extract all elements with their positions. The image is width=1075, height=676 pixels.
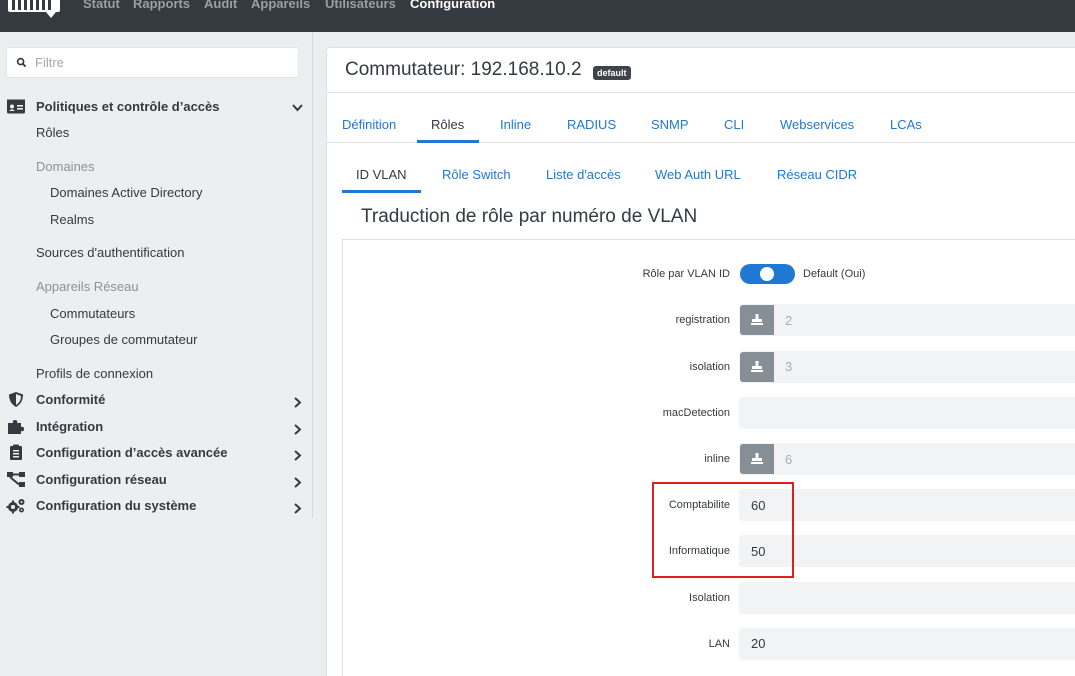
role-by-vlan-value: Default (Oui) <box>803 268 866 280</box>
filter-box <box>6 47 299 78</box>
field-value-lan: 20 <box>751 636 766 651</box>
section-advanced-access-label: Configuration d’accès avancée <box>36 445 228 460</box>
tab-definition[interactable]: Définition <box>342 117 396 132</box>
field-input-lan[interactable] <box>739 628 1075 660</box>
chevron-right-icon <box>294 450 302 461</box>
search-icon <box>16 57 27 68</box>
nav-utilisateurs[interactable]: Utilisateurs <box>325 0 396 11</box>
stamp-icon <box>751 314 763 325</box>
field-label-isolation: isolation <box>689 361 730 373</box>
tab-roles[interactable]: Rôles <box>431 117 464 132</box>
subtab-id-vlan[interactable]: ID VLAN <box>356 167 407 182</box>
tab-lcas[interactable]: LCAs <box>890 117 922 132</box>
section-compliance[interactable]: Conformité <box>0 389 313 411</box>
tab-webservices[interactable]: Webservices <box>780 117 854 132</box>
toggle-knob <box>760 267 774 281</box>
section-system-config-label: Configuration du système <box>36 498 197 513</box>
subtab-cidr[interactable]: Réseau CIDR <box>777 167 857 182</box>
section-policies-label: Politiques et contrôle d’accès <box>36 99 220 114</box>
field-placeholder-inline: 6 <box>785 452 793 467</box>
sidebar-group-network-devices: Appareils Réseau <box>36 279 139 294</box>
field-placeholder-registration: 2 <box>785 313 793 328</box>
sidebar: Politiques et contrôle d’accès Rôles Dom… <box>0 32 313 676</box>
section-policies[interactable]: Politiques et contrôle d’accès <box>0 96 313 118</box>
field-label-isolation-role: Isolation <box>689 592 730 604</box>
stamp-icon <box>751 453 763 464</box>
page-title: Commutateur: 192.168.10.2 <box>345 59 582 80</box>
sidebar-item-realms[interactable]: Realms <box>50 212 94 227</box>
field-label-inline: inline <box>704 453 730 465</box>
sidebar-group-domains: Domaines <box>36 159 95 174</box>
section-compliance-label: Conformité <box>36 392 106 407</box>
sidebar-item-auth-sources[interactable]: Sources d'authentification <box>36 245 184 260</box>
role-by-vlan-label: Rôle par VLAN ID <box>642 268 730 280</box>
nav-rapports[interactable]: Rapports <box>133 0 190 11</box>
top-navbar: Statut Rapports Audit Appareils Utilisat… <box>0 0 1075 32</box>
packetfence-logo-icon[interactable] <box>6 0 62 18</box>
field-reset-inline[interactable] <box>740 444 774 474</box>
tab-inline[interactable]: Inline <box>500 117 531 132</box>
field-reset-isolation[interactable] <box>740 352 774 382</box>
sidebar-item-switch-groups[interactable]: Groupes de commutateur <box>50 332 197 347</box>
section-system-config[interactable]: Configuration du système <box>0 495 313 517</box>
chevron-right-icon <box>294 503 302 514</box>
tab-radius[interactable]: RADIUS <box>567 117 616 132</box>
field-input-isolation-role[interactable] <box>739 582 1075 614</box>
section-integration-label: Intégration <box>36 419 104 434</box>
field-reset-registration[interactable] <box>740 305 774 335</box>
chevron-right-icon <box>294 424 302 435</box>
shield-icon <box>9 392 23 407</box>
nav-appareils[interactable]: Appareils <box>251 0 310 11</box>
subtab-access-list[interactable]: Liste d'accès <box>546 167 621 182</box>
chevron-down-icon <box>292 104 303 112</box>
sidebar-item-switches[interactable]: Commutateurs <box>50 306 135 321</box>
field-input-macdetection[interactable] <box>739 397 1075 429</box>
tab-cli[interactable]: CLI <box>724 117 744 132</box>
section-advanced-access[interactable]: Configuration d’accès avancée <box>0 442 313 464</box>
network-icon <box>7 472 25 487</box>
subtab-role-switch[interactable]: Rôle Switch <box>442 167 511 182</box>
filter-input[interactable] <box>35 49 290 76</box>
field-label-macdetection: macDetection <box>662 407 730 419</box>
chevron-right-icon <box>294 397 302 408</box>
chevron-right-icon <box>294 477 302 488</box>
section-network-config[interactable]: Configuration réseau <box>0 469 313 491</box>
section-title: Traduction de rôle par numéro de VLAN <box>361 206 698 227</box>
sidebar-item-connection-profiles[interactable]: Profils de connexion <box>36 366 153 381</box>
puzzle-icon <box>8 420 24 434</box>
field-label-registration: registration <box>675 314 730 326</box>
default-badge: default <box>593 66 631 80</box>
nav-configuration[interactable]: Configuration <box>410 0 495 11</box>
role-by-vlan-toggle[interactable] <box>740 264 795 284</box>
field-label-lan: LAN <box>708 638 730 650</box>
clipboard-icon <box>10 444 22 460</box>
highlight-box <box>652 482 794 578</box>
section-integration[interactable]: Intégration <box>0 416 313 438</box>
subtab-web-auth-url[interactable]: Web Auth URL <box>655 167 741 182</box>
cogs-icon <box>6 499 25 514</box>
nav-audit[interactable]: Audit <box>204 0 237 11</box>
nav-statut[interactable]: Statut <box>83 0 120 11</box>
tab-snmp[interactable]: SNMP <box>651 117 689 132</box>
sidebar-item-roles[interactable]: Rôles <box>36 125 69 140</box>
section-network-config-label: Configuration réseau <box>36 472 167 487</box>
stamp-icon <box>751 361 763 372</box>
id-card-icon <box>7 99 25 114</box>
field-placeholder-isolation: 3 <box>785 359 793 374</box>
tab-roles-underline <box>417 140 479 143</box>
sidebar-item-ad-domains[interactable]: Domaines Active Directory <box>50 185 202 200</box>
